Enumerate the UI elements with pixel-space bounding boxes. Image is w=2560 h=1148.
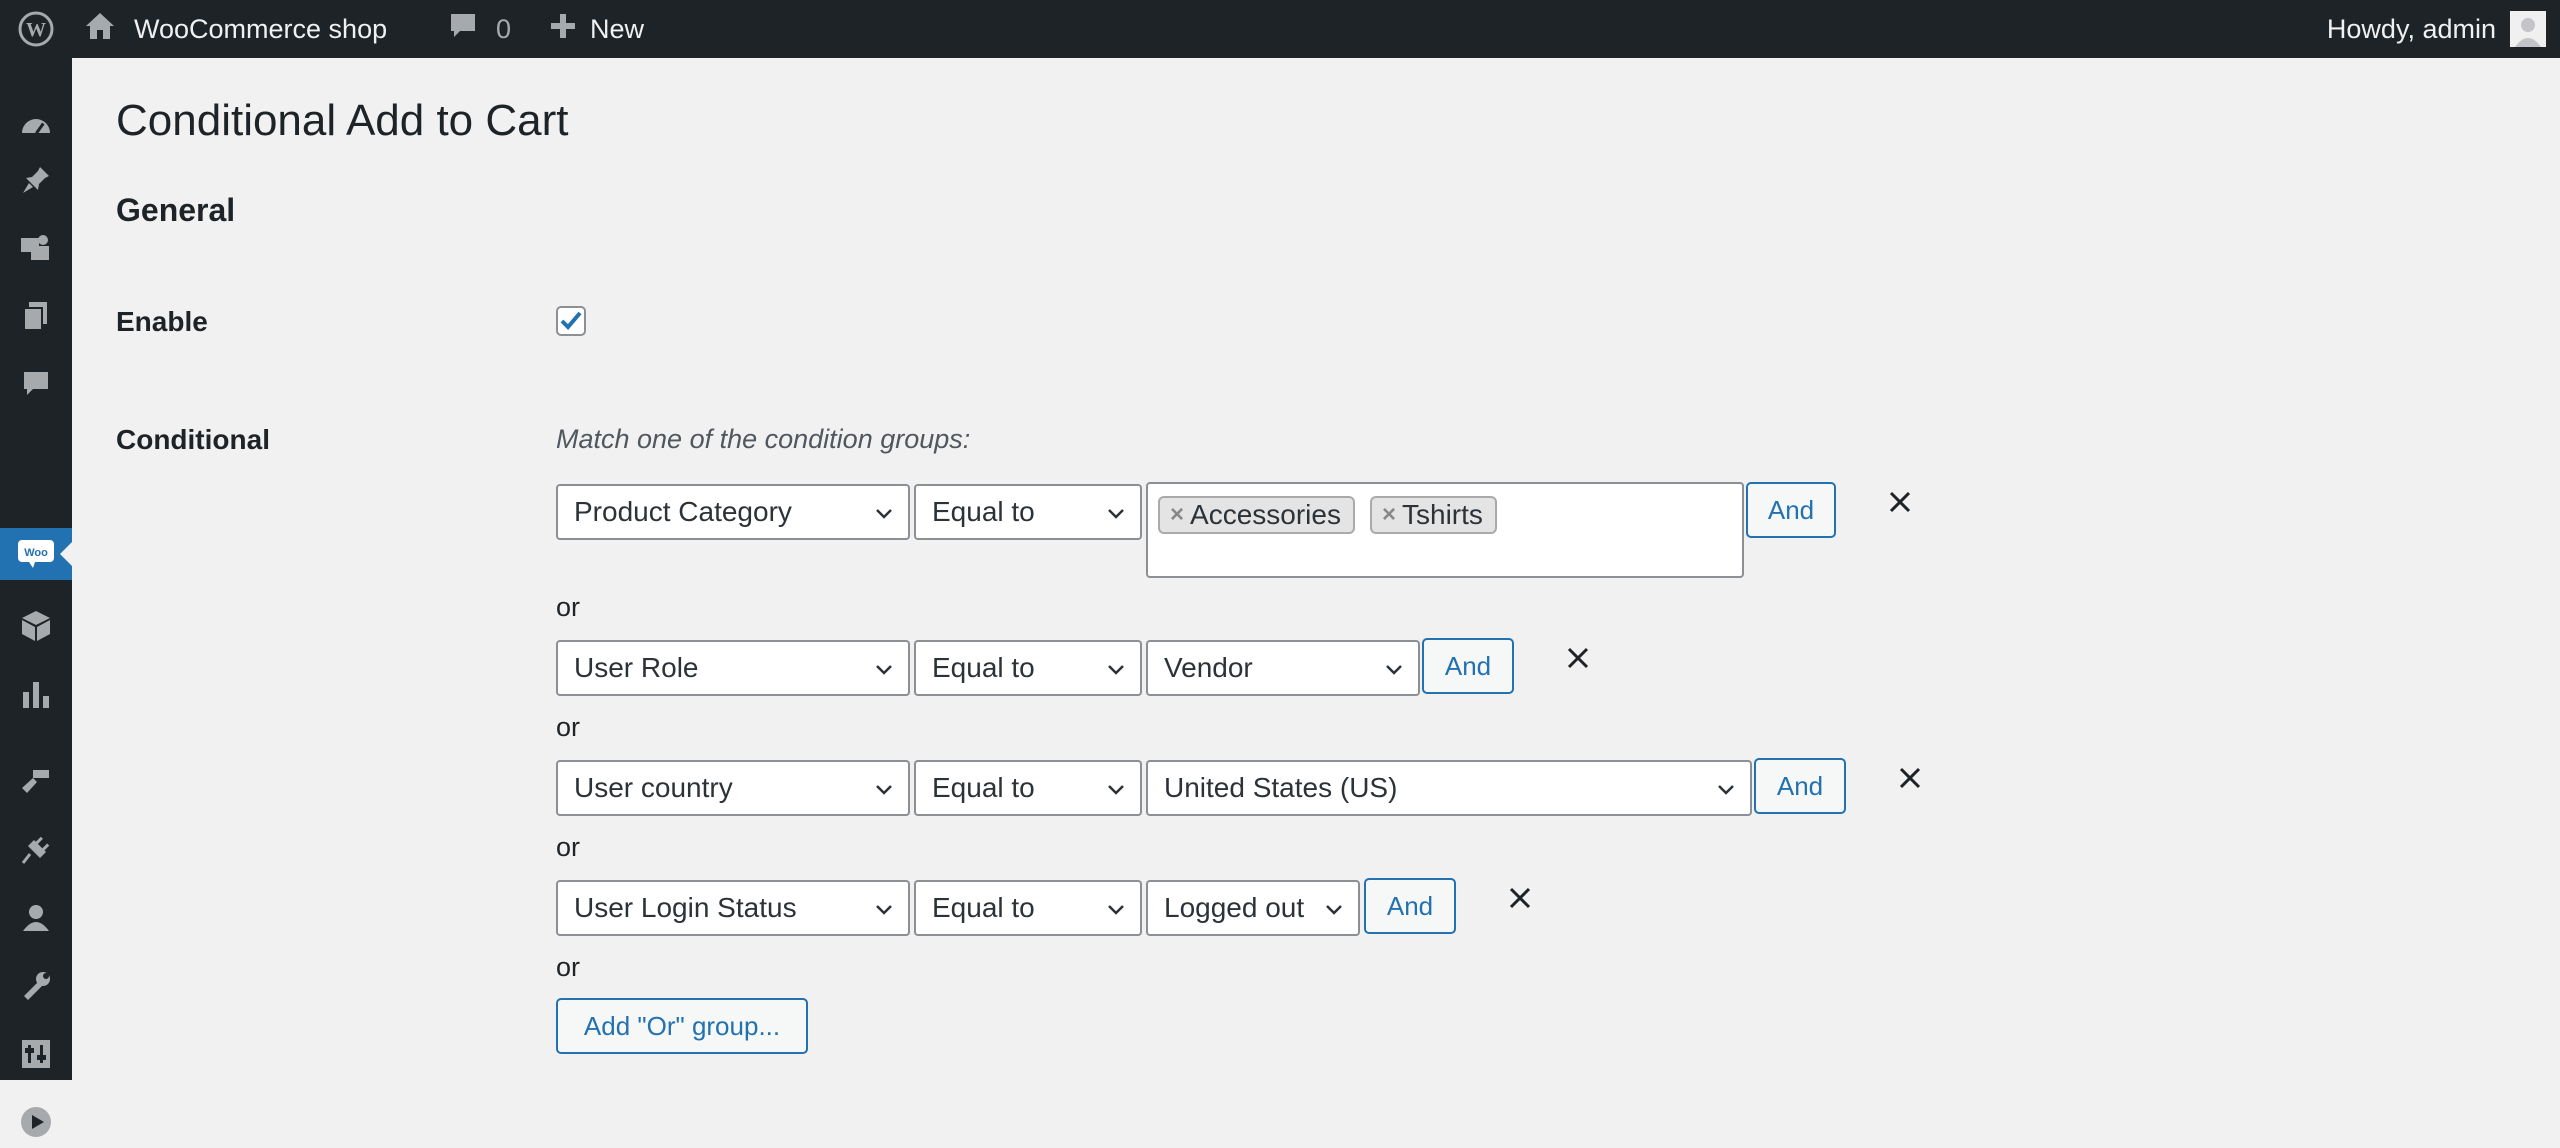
pages-icon[interactable] [0,290,72,342]
checkmark-icon [560,311,582,330]
products-icon[interactable] [0,600,72,652]
page-title: Conditional Add to Cart [116,96,569,145]
chevron-down-icon [876,905,892,915]
svg-text:Woo: Woo [24,547,48,559]
settings-icon[interactable] [0,1028,72,1080]
category-multiselect[interactable]: × Accessories × Tshirts [1146,482,1744,578]
site-name: WooCommerce shop [134,13,388,44]
plus-icon [550,13,576,46]
condition-value: Logged out [1164,892,1305,923]
condition-operator-select[interactable]: Equal to [914,640,1142,696]
condition-value-select[interactable]: United States (US) [1146,760,1752,816]
users-icon[interactable] [0,892,72,944]
chevron-down-icon [1108,905,1124,915]
condition-value: United States (US) [1164,772,1398,803]
admin-bar: W WooCommerce shop 0 New Howdy, admin [0,0,2560,58]
comments-link[interactable]: 0 [448,0,511,58]
remove-tag-icon[interactable]: × [1170,501,1184,529]
comments-count: 0 [496,13,512,44]
remove-condition-icon[interactable] [1884,486,1916,518]
home-icon [84,11,116,48]
condition-field-value: User Login Status [574,892,797,923]
condition-operator-select[interactable]: Equal to [914,760,1142,816]
remove-tag-icon[interactable]: × [1382,501,1396,529]
condition-field-select[interactable]: User Role [556,640,910,696]
and-button[interactable]: And [1364,878,1456,934]
condition-field-value: Product Category [574,496,792,527]
or-separator: or [556,592,581,622]
chevron-down-icon [1108,509,1124,519]
or-separator: or [556,832,581,862]
new-label: New [590,13,645,44]
media-player-icon[interactable] [0,1096,72,1148]
chevron-down-icon [1108,665,1124,675]
howdy-label: Howdy, admin [2326,13,2496,44]
condition-value: Vendor [1164,652,1253,683]
new-content-link[interactable]: New [550,0,644,58]
condition-field-select[interactable]: Product Category [556,484,910,540]
condition-field-value: User country [574,772,733,803]
remove-condition-icon[interactable] [1504,882,1536,914]
comments-icon[interactable] [0,358,72,410]
condition-operator-value: Equal to [932,652,1035,683]
wordpress-logo-icon[interactable]: W [10,0,62,58]
condition-operator-value: Equal to [932,892,1035,923]
posts-icon[interactable] [0,154,72,206]
dashboard-icon[interactable] [0,100,72,152]
remove-condition-icon[interactable] [1562,642,1594,674]
chevron-down-icon [876,665,892,675]
condition-operator-select[interactable]: Equal to [914,484,1142,540]
and-button[interactable]: And [1754,758,1846,814]
and-button[interactable]: And [1422,638,1514,694]
site-home-link[interactable]: WooCommerce shop [84,0,387,58]
condition-operator-value: Equal to [932,496,1035,527]
appearance-icon[interactable] [0,756,72,808]
tools-icon[interactable] [0,960,72,1012]
media-icon[interactable] [0,222,72,274]
chevron-down-icon [1108,785,1124,795]
or-separator: or [556,712,581,742]
condition-field-select[interactable]: User Login Status [556,880,910,936]
admin-side-menu: Woo [0,58,72,1137]
enable-label: Enable [116,306,208,337]
chevron-down-icon [876,509,892,519]
condition-operator-select[interactable]: Equal to [914,880,1142,936]
condition-field-select[interactable]: User country [556,760,910,816]
comment-bubble-icon [448,11,478,48]
tag-chip[interactable]: × Tshirts [1370,496,1497,534]
condition-value-select[interactable]: Logged out [1146,880,1360,936]
chevron-down-icon [1386,665,1402,675]
condition-value-select[interactable]: Vendor [1146,640,1420,696]
condition-operator-value: Equal to [932,772,1035,803]
conditional-label: Conditional [116,424,270,455]
plugins-icon[interactable] [0,824,72,876]
and-button[interactable]: And [1746,482,1836,538]
or-separator: or [556,952,581,982]
condition-field-value: User Role [574,652,699,683]
chevron-down-icon [1326,905,1342,915]
chevron-down-icon [1718,785,1734,795]
section-title: General [116,192,236,228]
tag-label: Tshirts [1402,499,1483,530]
add-or-group-button[interactable]: Add "Or" group... [556,998,808,1054]
tag-chip[interactable]: × Accessories [1158,496,1355,534]
svg-text:W: W [26,19,46,41]
analytics-icon[interactable] [0,668,72,720]
match-description: Match one of the condition groups: [556,424,971,454]
avatar [2510,11,2546,47]
account-menu[interactable]: Howdy, admin [2327,0,2546,58]
tag-label: Accessories [1190,499,1341,530]
remove-condition-icon[interactable] [1894,762,1926,794]
woocommerce-icon[interactable]: Woo [0,528,72,580]
enable-checkbox[interactable] [556,306,586,336]
chevron-down-icon [876,785,892,795]
